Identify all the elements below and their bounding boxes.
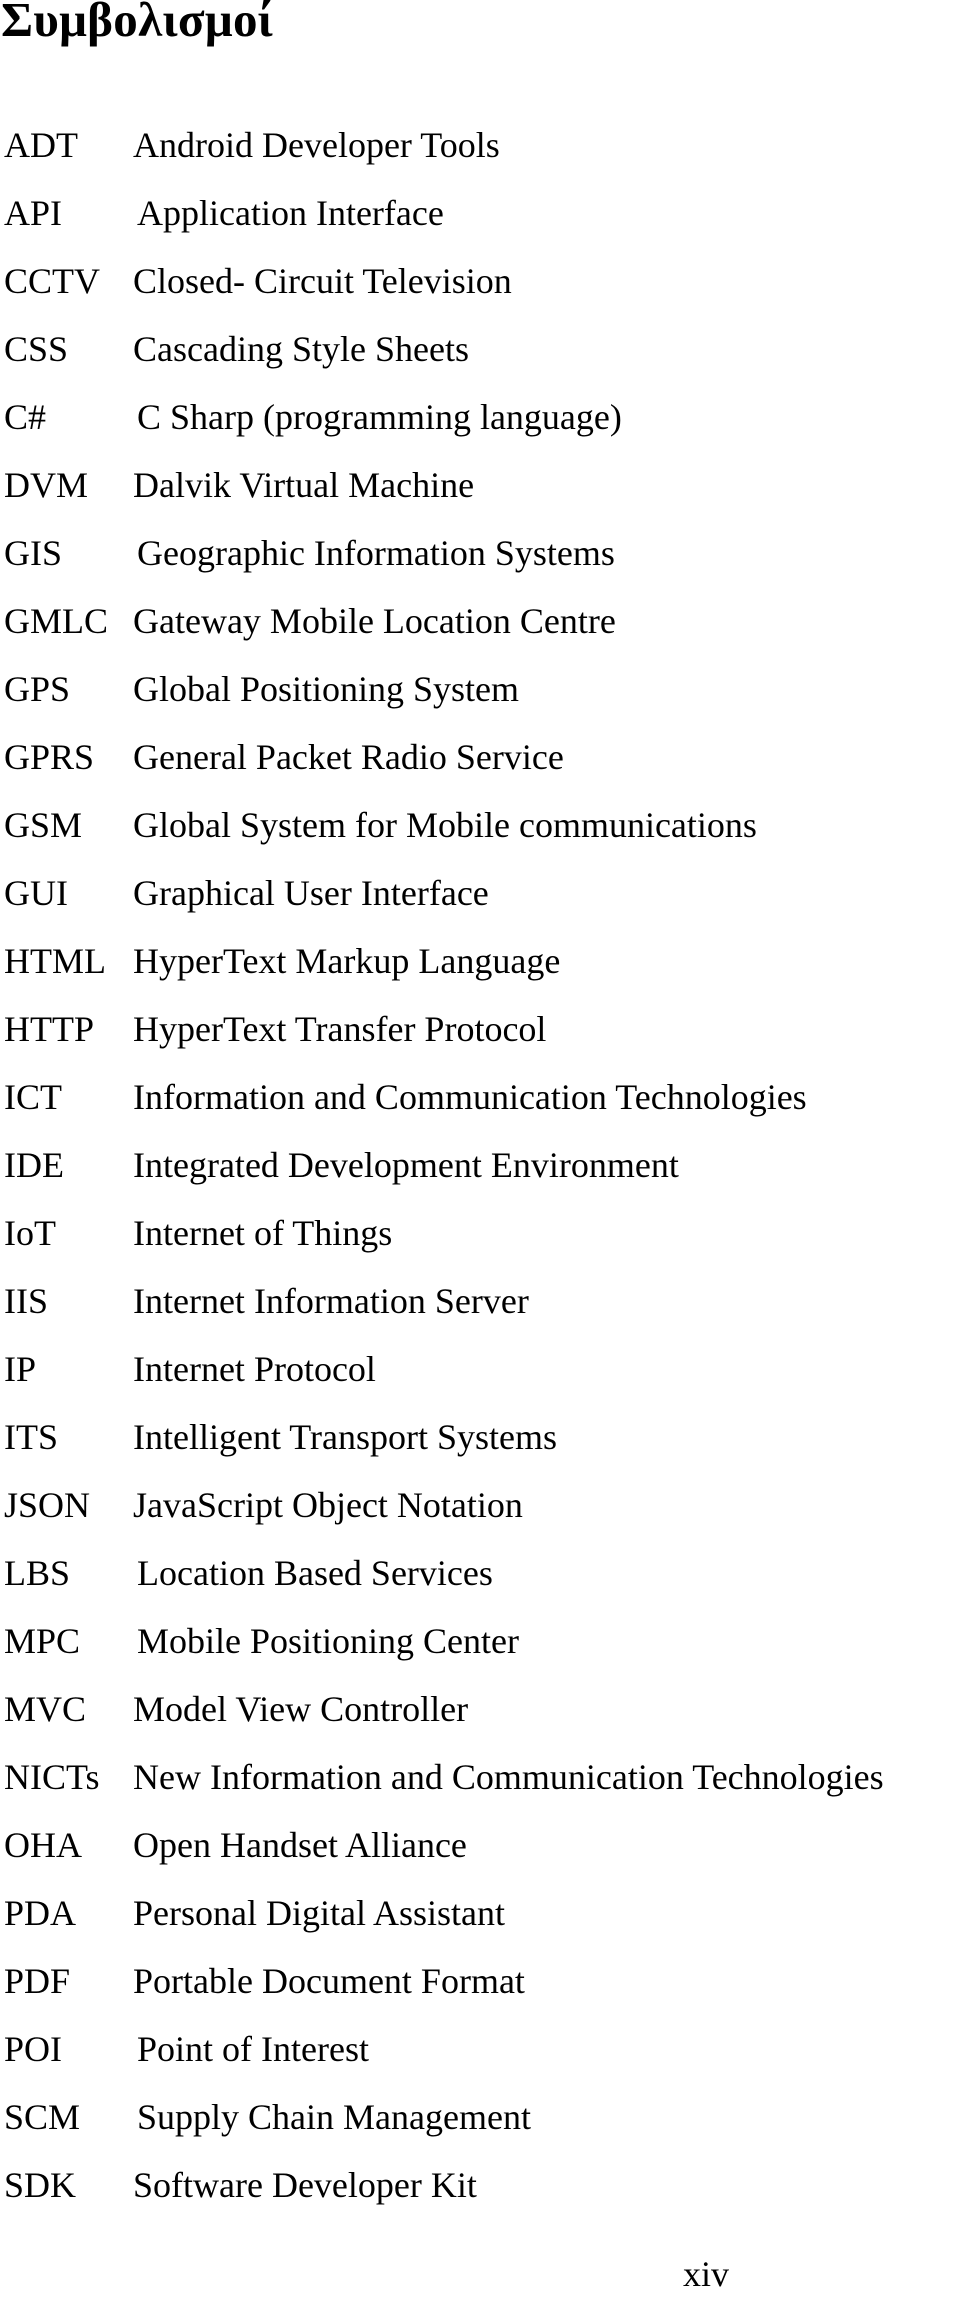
abbreviation-definition: Mobile Positioning Center: [137, 1621, 519, 1661]
abbreviation-definition: Gateway Mobile Location Centre: [133, 601, 616, 641]
abbreviation-definition: C Sharp (programming language): [137, 397, 622, 437]
abbreviation-row: SCM Supply Chain Management: [0, 2093, 960, 2161]
abbreviation-term: IIS: [4, 1281, 48, 1321]
abbreviation-term: PDA: [4, 1893, 77, 1933]
abbreviation-row: IDE Integrated Development Environment: [0, 1141, 960, 1209]
abbreviation-term: GUI: [4, 873, 68, 913]
abbreviation-term: CCTV: [4, 261, 101, 301]
abbreviation-definition: HyperText Transfer Protocol: [133, 1009, 547, 1049]
abbreviation-term: GSM: [4, 805, 83, 845]
abbreviation-row: HTML HyperText Markup Language: [0, 937, 960, 1005]
abbreviation-list: ADT Android Developer Tools API Applicatio…: [0, 121, 960, 2229]
abbreviation-term: JSON: [4, 1485, 91, 1525]
abbreviation-row: C# C Sharp (programming language): [0, 393, 960, 461]
abbreviation-row: IIS Internet Information Server: [0, 1277, 960, 1345]
abbreviation-definition: HyperText Markup Language: [133, 941, 561, 981]
abbreviation-term: IoT: [4, 1213, 56, 1253]
abbreviation-definition: JavaScript Object Notation: [133, 1485, 523, 1525]
abbreviation-definition: New Information and Communication Techno…: [133, 1757, 884, 1797]
abbreviation-definition: Graphical User Interface: [133, 873, 489, 913]
abbreviation-term: HTML: [4, 941, 106, 981]
abbreviation-row: OHA Open Handset Alliance: [0, 1821, 960, 1889]
abbreviation-row: GIS Geographic Information Systems: [0, 529, 960, 597]
abbreviation-row: POI Point of Interest: [0, 2025, 960, 2093]
abbreviation-row: GUI Graphical User Interface: [0, 869, 960, 937]
abbreviation-term: IDE: [4, 1145, 64, 1185]
abbreviation-definition: Model View Controller: [133, 1689, 469, 1729]
abbreviation-row: GMLC Gateway Mobile Location Centre: [0, 597, 960, 665]
abbreviation-row: GSM Global System for Mobile communicatio…: [0, 801, 960, 869]
abbreviation-row: HTTP HyperText Transfer Protocol: [0, 1005, 960, 1073]
abbreviation-term: MVC: [4, 1689, 87, 1729]
abbreviation-term: GPRS: [4, 737, 95, 777]
abbreviation-row: ITS Intelligent Transport Systems: [0, 1413, 960, 1481]
abbreviation-term: HTTP: [4, 1009, 94, 1049]
abbreviation-definition: Location Based Services: [137, 1553, 493, 1593]
abbreviation-term: GIS: [4, 533, 63, 573]
abbreviation-term: MPC: [4, 1621, 81, 1661]
abbreviation-row: LBS Location Based Services: [0, 1549, 960, 1617]
abbreviation-definition: Intelligent Transport Systems: [133, 1417, 558, 1457]
abbreviation-term: IP: [4, 1349, 37, 1389]
abbreviation-term: PDF: [4, 1961, 71, 2001]
abbreviation-term: POI: [4, 2029, 63, 2069]
abbreviation-row: MVC Model View Controller: [0, 1685, 960, 1753]
abbreviation-definition: Personal Digital Assistant: [133, 1893, 505, 1933]
abbreviation-row: IP Internet Protocol: [0, 1345, 960, 1413]
abbreviation-row: MPC Mobile Positioning Center: [0, 1617, 960, 1685]
abbreviation-term: SCM: [4, 2097, 81, 2137]
abbreviation-row: JSON JavaScript Object Notation: [0, 1481, 960, 1549]
abbreviation-definition: Closed- Circuit Television: [133, 261, 512, 301]
abbreviation-row: GPS Global Positioning System: [0, 665, 960, 733]
abbreviation-definition: Open Handset Alliance: [133, 1825, 467, 1865]
abbreviation-row: SDK Software Developer Kit: [0, 2161, 960, 2229]
abbreviation-definition: Software Developer Kit: [133, 2165, 477, 2205]
abbreviation-row: NICTs New Information and Communication T…: [0, 1753, 960, 1821]
abbreviation-definition: Application Interface: [137, 193, 444, 233]
abbreviation-term: GPS: [4, 669, 71, 709]
abbreviation-term: ICT: [4, 1077, 62, 1117]
abbreviation-definition: Internet of Things: [133, 1213, 393, 1253]
abbreviation-definition: Internet Protocol: [133, 1349, 376, 1389]
abbreviation-definition: Geographic Information Systems: [137, 533, 615, 573]
abbreviation-row: IoT Internet of Things: [0, 1209, 960, 1277]
abbreviation-definition: Global System for Mobile communications: [133, 805, 757, 845]
abbreviation-definition: Integrated Development Environment: [133, 1145, 679, 1185]
abbreviation-term: SDK: [4, 2165, 77, 2205]
abbreviation-term: DVM: [4, 465, 89, 505]
abbreviation-definition: Android Developer Tools: [133, 125, 500, 165]
abbreviation-definition: General Packet Radio Service: [133, 737, 564, 777]
abbreviation-row: CSS Cascading Style Sheets: [0, 325, 960, 393]
abbreviation-definition: Portable Document Format: [133, 1961, 525, 2001]
abbreviation-term: ADT: [4, 125, 78, 165]
page-number: xiv: [683, 2254, 730, 2294]
abbreviation-row: PDA Personal Digital Assistant: [0, 1889, 960, 1957]
abbreviation-term: GMLC: [4, 601, 109, 641]
abbreviation-row: CCTV Closed- Circuit Television: [0, 257, 960, 325]
abbreviation-definition: Cascading Style Sheets: [133, 329, 469, 369]
abbreviation-row: ICT Information and Communication Technol…: [0, 1073, 960, 1141]
abbreviation-definition: Information and Communication Technologi…: [133, 1077, 807, 1117]
abbreviation-definition: Supply Chain Management: [137, 2097, 531, 2137]
abbreviation-definition: Internet Information Server: [133, 1281, 529, 1321]
abbreviation-definition: Global Positioning System: [133, 669, 520, 709]
abbreviation-definition: Dalvik Virtual Machine: [133, 465, 475, 505]
abbreviation-row: PDF Portable Document Format: [0, 1957, 960, 2025]
abbreviation-term: API: [4, 193, 63, 233]
abbreviation-term: C#: [4, 397, 47, 437]
abbreviation-term: OHA: [4, 1825, 82, 1865]
abbreviation-row: DVM Dalvik Virtual Machine: [0, 461, 960, 529]
abbreviation-row: ADT Android Developer Tools: [0, 121, 960, 189]
abbreviation-row: GPRS General Packet Radio Service: [0, 733, 960, 801]
abbreviation-definition: Point of Interest: [137, 2029, 369, 2069]
abbreviation-term: CSS: [4, 329, 69, 369]
abbreviation-term: NICTs: [4, 1757, 100, 1797]
abbreviation-row: API Application Interface: [0, 189, 960, 257]
abbreviation-term: ITS: [4, 1417, 58, 1457]
abbreviation-term: LBS: [4, 1553, 71, 1593]
page-title: Συμβολισμοί: [1, 0, 274, 47]
